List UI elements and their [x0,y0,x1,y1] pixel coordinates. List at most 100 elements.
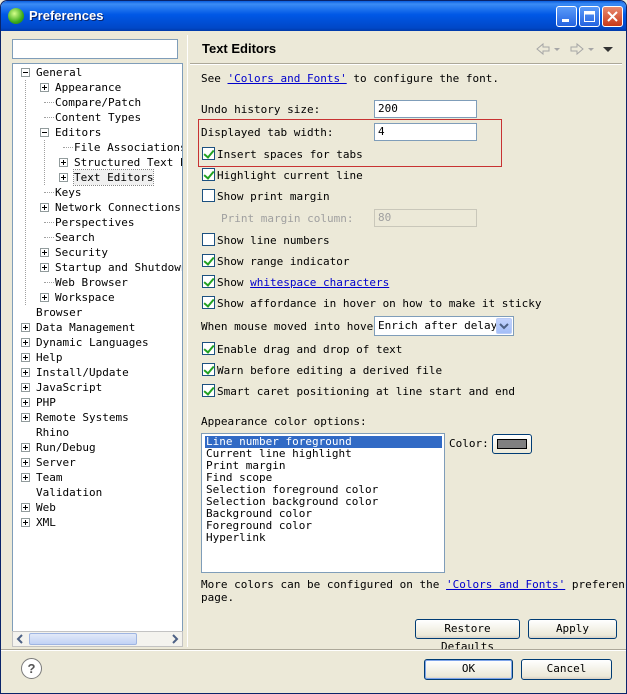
tab-width-input[interactable]: 4 [374,123,477,141]
tree-connector [44,282,54,283]
drag-drop-checkbox[interactable] [202,342,215,355]
tree-item[interactable]: Validation [13,485,182,500]
tree-item[interactable]: Run/Debug [13,440,182,455]
collapse-icon[interactable] [40,128,49,137]
back-dropdown-icon[interactable] [553,41,561,57]
tree-item[interactable]: Editors [13,125,182,140]
expand-icon[interactable] [21,323,30,332]
undo-history-input[interactable]: 200 [374,100,477,118]
tree-item[interactable]: Remote Systems [13,410,182,425]
expand-icon[interactable] [40,263,49,272]
expand-icon[interactable] [21,503,30,512]
filter-input[interactable] [12,39,178,59]
tree-item[interactable]: Browser [13,305,182,320]
tree-item[interactable]: Security [13,245,182,260]
scroll-thumb[interactable] [29,633,137,645]
color-picker-button[interactable] [492,434,532,454]
tree-item[interactable]: Dynamic Languages [13,335,182,350]
tree-item[interactable]: Data Management [13,320,182,335]
expand-icon[interactable] [21,518,30,527]
tree-item[interactable]: XML [13,515,182,530]
ok-button[interactable]: OK [424,659,513,680]
tree-horizontal-scrollbar[interactable] [12,631,183,647]
insert-spaces-checkbox[interactable] [202,147,215,160]
apply-button[interactable]: Apply [528,619,617,639]
tree-item[interactable]: General [13,65,182,80]
tree-item[interactable]: Web Browser [13,275,182,290]
expand-icon[interactable] [21,458,30,467]
tree-item[interactable]: Text Editors [13,169,182,186]
line-numbers-checkbox[interactable] [202,233,215,246]
scroll-left-arrow[interactable] [13,632,28,646]
scroll-right-arrow[interactable] [167,632,182,646]
highlight-line-checkbox[interactable] [202,168,215,181]
tree-item[interactable]: Web [13,500,182,515]
tree-item-label: XML [36,516,56,529]
tree-guide-line [25,80,26,305]
tree-item[interactable]: Keys [13,185,182,200]
tree-guide-line [44,140,45,185]
expand-icon[interactable] [40,203,49,212]
forward-arrow-icon[interactable] [568,41,586,57]
colors-fonts-link[interactable]: 'Colors and Fonts' [228,72,347,85]
minimize-icon [562,19,569,22]
tree-item[interactable]: PHP [13,395,182,410]
restore-defaults-button[interactable]: Restore Defaults [415,619,520,653]
tree-item[interactable]: Structured Text Editors [13,155,182,170]
expand-icon[interactable] [21,368,30,377]
cancel-button[interactable]: Cancel [521,659,612,680]
tree-item[interactable]: Team [13,470,182,485]
smart-caret-checkbox[interactable] [202,384,215,397]
tree-item[interactable]: Startup and Shutdown [13,260,182,275]
print-margin-checkbox[interactable] [202,189,215,202]
whitespace-checkbox[interactable] [202,275,215,288]
tree-item[interactable]: JavaScript [13,380,182,395]
tree-item[interactable]: Perspectives [13,215,182,230]
minimize-button[interactable] [556,6,577,27]
expand-icon[interactable] [59,173,68,182]
expand-icon[interactable] [21,443,30,452]
view-menu-icon[interactable] [602,41,614,57]
collapse-icon[interactable] [21,68,30,77]
expand-icon[interactable] [21,353,30,362]
maximize-button[interactable] [579,6,600,27]
close-button[interactable] [602,6,623,27]
preference-tree[interactable]: General Appearance Compare/Patch Content Ty… [12,63,183,645]
color-option-item[interactable]: Hyperlink [205,532,267,544]
affordance-checkbox[interactable] [202,296,215,309]
range-indicator-checkbox[interactable] [202,254,215,267]
expand-icon[interactable] [40,248,49,257]
whitespace-link[interactable]: whitespace characters [250,276,389,289]
tree-item[interactable]: Rhino [13,425,182,440]
tree-item[interactable]: Compare/Patch [13,95,182,110]
tree-item[interactable]: Network Connections [13,200,182,215]
expand-icon[interactable] [21,473,30,482]
help-button[interactable]: ? [21,658,42,679]
expand-icon[interactable] [59,158,68,167]
dropdown-button[interactable] [496,318,512,334]
tree-item[interactable]: Search [13,230,182,245]
title-bar[interactable]: Preferences [1,1,626,31]
tree-item[interactable]: Appearance [13,80,182,95]
expand-icon[interactable] [21,338,30,347]
expand-icon[interactable] [21,383,30,392]
forward-dropdown-icon[interactable] [587,41,595,57]
tree-item[interactable]: Install/Update [13,365,182,380]
more-colors-link[interactable]: 'Colors and Fonts' [446,578,565,591]
tree-item[interactable]: Server [13,455,182,470]
tree-item[interactable]: Help [13,350,182,365]
appearance-color-list[interactable]: Line number foreground Current line highl… [201,433,445,573]
tree-connector [63,147,73,148]
back-arrow-icon[interactable] [534,41,552,57]
tree-item-label: Compare/Patch [55,96,142,109]
tree-item[interactable]: File Associations [13,140,182,155]
expand-icon[interactable] [40,293,49,302]
tree-item[interactable]: Content Types [13,110,182,125]
expand-icon[interactable] [40,83,49,92]
expand-icon[interactable] [21,413,30,422]
tree-item-label: Editors [55,126,102,139]
tree-item[interactable]: Workspace [13,290,182,305]
hover-select[interactable]: Enrich after delay [374,316,514,336]
warn-derived-checkbox[interactable] [202,363,215,376]
expand-icon[interactable] [21,398,30,407]
